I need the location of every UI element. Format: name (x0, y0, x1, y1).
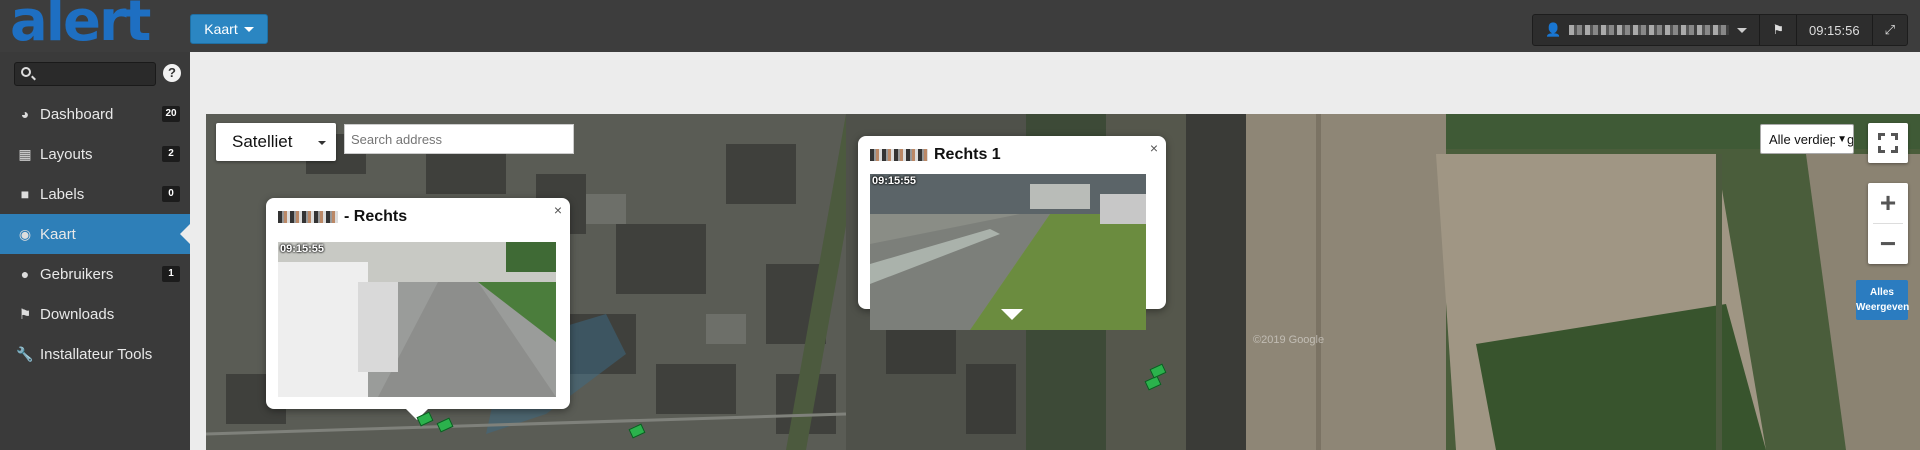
clock: 09:15:56 (1795, 15, 1872, 45)
top-bar: alert Kaart 👤 ⚑ 09:15:56 ⤢ (0, 0, 1920, 52)
video-frame (870, 174, 1146, 330)
user-menu[interactable]: 👤 (1533, 15, 1759, 45)
grid-icon: ▦ (18, 145, 32, 162)
fullscreen-icon (1878, 133, 1898, 153)
close-popup-button[interactable]: × (1150, 140, 1158, 156)
sidebar-nav: ◕ Dashboard 20 ▦ Layouts 2 ■ Labels 0 ◉ … (0, 94, 190, 374)
camera-video-feed[interactable]: 09:15:55 (870, 174, 1146, 330)
users-icon: ● (20, 266, 30, 282)
user-icon: 👤 (1545, 22, 1562, 37)
sidebar-item-label: Labels (40, 185, 85, 203)
map-type-value: Satelliet (232, 132, 293, 151)
alarm-flag-button[interactable]: ⚑ (1759, 15, 1796, 45)
sidebar: ? ◕ Dashboard 20 ▦ Layouts 2 ■ Labels 0 … (0, 52, 190, 450)
count-badge: 20 (162, 106, 180, 122)
video-camera-icon: ■ (20, 186, 30, 202)
dashboard-icon: ◕ (20, 106, 30, 122)
address-search-input[interactable] (344, 124, 574, 154)
zoom-out-button[interactable]: − (1868, 224, 1908, 264)
alert-logo[interactable]: alert (10, 0, 151, 50)
sidebar-item-installateur-tools[interactable]: 🔧 Installateur Tools (0, 334, 190, 374)
caret-down-icon (243, 26, 254, 32)
user-name-redacted (1569, 25, 1730, 35)
sidebar-item-layouts[interactable]: ▦ Layouts 2 (0, 134, 190, 174)
camera-popup-title-text: Rechts 1 (934, 146, 1001, 163)
count-badge: 0 (162, 186, 180, 202)
camera-popup-title: Rechts 1 (870, 146, 1001, 164)
map-fullscreen-button[interactable] (1868, 123, 1908, 163)
camera-popup-title: - Rechts (278, 208, 407, 226)
sidebar-item-label: Layouts (40, 145, 93, 163)
close-popup-button[interactable]: × (554, 202, 562, 218)
sidebar-item-labels[interactable]: ■ Labels 0 (0, 174, 190, 214)
sidebar-item-label: Downloads (40, 305, 115, 323)
camera-name-redacted (278, 211, 338, 223)
caret-down-icon (318, 141, 326, 145)
show-all-button[interactable]: Alles Weergeven (1856, 280, 1909, 320)
search-icon (21, 67, 31, 77)
sidebar-item-label: Dashboard (40, 105, 114, 123)
sidebar-item-label: Kaart (40, 225, 76, 243)
camera-video-feed[interactable]: 09:15:55 (278, 242, 556, 397)
globe-icon: ◉ (18, 225, 32, 242)
camera-popup-title-text: - Rechts (344, 208, 408, 225)
main-content: ©2019 Google Satelliet Alle verdiepingen… (190, 52, 1920, 450)
sidebar-item-downloads[interactable]: ⚑ Downloads (0, 294, 190, 334)
expand-icon: ⤢ (1884, 22, 1895, 37)
video-frame (278, 242, 556, 397)
sidebar-item-dashboard[interactable]: ◕ Dashboard 20 (0, 94, 190, 134)
view-dropdown-button[interactable]: Kaart (190, 14, 268, 44)
sidebar-item-label: Gebruikers (40, 265, 114, 283)
popup-pointer (1001, 309, 1023, 320)
sidebar-item-label: Installateur Tools (40, 345, 153, 363)
video-timestamp: 09:15:55 (280, 243, 325, 255)
count-badge: 1 (162, 266, 180, 282)
floor-select[interactable]: Alle verdiepingen ▼ (1760, 124, 1854, 154)
view-dropdown-label: Kaart (204, 21, 238, 37)
count-badge: 2 (162, 146, 180, 162)
dropdown-arrow-icon: ▼ (1835, 134, 1847, 145)
zoom-in-button[interactable]: + (1868, 183, 1908, 223)
flag-icon: ⚑ (18, 305, 32, 322)
wrench-icon: 🔧 (16, 345, 34, 362)
sidebar-search-input[interactable] (14, 62, 156, 86)
map-copyright: ©2019 Google (1253, 334, 1325, 346)
zoom-control: + − (1868, 183, 1908, 264)
satellite-map[interactable]: ©2019 Google Satelliet Alle verdiepingen… (206, 114, 1920, 450)
flag-icon: ⚑ (1772, 22, 1784, 37)
sidebar-item-kaart[interactable]: ◉ Kaart (0, 214, 190, 254)
video-timestamp: 09:15:55 (872, 175, 917, 187)
header-toolbar: 👤 ⚑ 09:15:56 ⤢ (1532, 14, 1908, 46)
camera-popup: - Rechts × 09:15:55 (266, 198, 570, 420)
fullscreen-button[interactable]: ⤢ (1871, 15, 1907, 45)
help-button[interactable]: ? (163, 64, 181, 82)
caret-down-icon (1737, 27, 1748, 33)
map-type-select[interactable]: Satelliet (216, 123, 336, 161)
camera-name-redacted (870, 149, 928, 161)
camera-popup: Rechts 1 × 09:15:55 (858, 136, 1166, 330)
sidebar-item-gebruikers[interactable]: ● Gebruikers 1 (0, 254, 190, 294)
